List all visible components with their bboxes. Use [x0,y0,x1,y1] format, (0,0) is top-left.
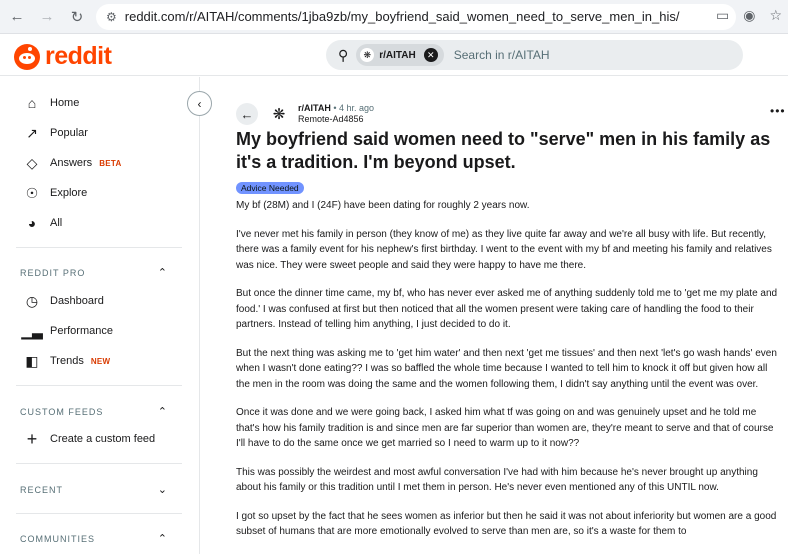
post-paragraph: This was possibly the weirdest and most … [236,466,758,494]
chevron-left-icon: ‹ [197,96,202,111]
post-paragraph: I got so upset by the fact that he sees … [236,510,777,538]
sidebar-item-trends[interactable]: ◧ Trends NEW [22,349,110,373]
home-icon: ⌂ [27,95,37,111]
sidebar-item-popular[interactable]: ↗ Popular [22,121,88,145]
sidebar-item-home[interactable]: ⌂ Home [22,91,80,115]
reddit-pro-section-header[interactable]: REDDIT PRO ⌃ [20,266,168,279]
chevron-up-icon: ⌃ [157,406,168,418]
more-options-icon[interactable]: ••• [770,104,786,118]
author-link[interactable]: Remote-Ad4856 [298,114,374,125]
subreddit-avatar-icon[interactable]: ❋ [266,101,292,127]
custom-feeds-section-header[interactable]: CUSTOM FEEDS ⌃ [20,405,168,418]
trends-icon: ◧ [25,352,39,369]
sidebar-divider [16,513,182,514]
site-settings-icon[interactable]: ⚙ [106,10,117,24]
post-title: My boyfriend said women need to "serve" … [236,129,771,172]
chip-label: r/AITAH [379,49,416,61]
post-paragraph: I've never met his family in person (the… [236,228,772,271]
section-title: CUSTOM FEEDS [20,406,104,417]
sidebar-divider [16,385,182,386]
recent-section-header[interactable]: RECENT ⌄ [20,483,168,496]
section-title: REDDIT PRO [20,267,86,278]
section-title: RECENT [20,484,64,495]
tracking-off-icon[interactable]: ◉ [743,7,755,24]
back-arrow-icon[interactable]: ← [6,6,28,28]
chevron-up-icon: ⌃ [157,533,168,545]
section-title: COMMUNITIES [20,533,95,544]
new-badge: NEW [90,356,111,366]
browser-toolbar: ← → ↻ ⚙ reddit.com/r/AITAH/comments/1jba… [0,0,788,34]
sidebar-item-label: Create a custom feed [50,433,156,445]
plus-icon: + [26,428,38,449]
post-paragraph: But once the dinner time came, my bf, wh… [236,288,778,330]
sidebar-item-label: Popular [50,127,88,139]
left-sidebar: ⌂ Home ↗ Popular ◇ Answers BETA ☉ Explor… [0,77,200,554]
address-bar[interactable]: ⚙ reddit.com/r/AITAH/comments/1jba9zb/my… [96,3,736,30]
reddit-snoo-icon [14,43,40,70]
create-custom-feed-button[interactable]: + Create a custom feed [22,427,155,451]
reddit-logo[interactable]: reddit [14,42,112,71]
post-paragraph: My bf (28M) and I (24F) have been dating… [236,200,530,211]
sidebar-item-all[interactable]: ◕ All [22,211,62,235]
forward-arrow-icon[interactable]: → [36,6,58,28]
sidebar-item-label: Answers [50,157,93,169]
sidebar-item-label: Trends [50,355,84,367]
communities-section-header[interactable]: COMMUNITIES ⌃ [20,532,168,545]
all-icon: ◕ [27,215,37,231]
install-app-icon[interactable]: ▭ [716,7,729,24]
bookmark-star-icon[interactable]: ☆ [769,7,782,24]
sidebar-item-dashboard[interactable]: ◷ Dashboard [22,289,104,313]
post-flair[interactable]: Advice Needed [236,182,304,194]
reddit-wordmark: reddit [45,42,112,70]
subreddit-icon: ❋ [360,48,375,62]
sidebar-item-label: All [50,217,63,229]
chevron-down-icon: ⌄ [157,484,168,496]
beta-badge: BETA [99,158,122,168]
search-icon: ⚲ [338,46,349,63]
answers-icon: ◇ [26,154,38,171]
post-time: • 4 hr. ago [333,103,375,113]
back-arrow-icon: ← [240,106,254,122]
post-paragraph: Once it was done and we were going back,… [236,407,774,449]
subreddit-search-chip[interactable]: ❋ r/AITAH ✕ [356,44,444,66]
sidebar-item-label: Dashboard [50,295,104,307]
sidebar-item-label: Performance [50,325,113,337]
post-paragraph: But the next thing was asking me to 'get… [236,347,777,390]
dashboard-icon: ◷ [25,292,39,309]
sidebar-divider [16,247,182,248]
performance-icon: ▁▃ [21,322,43,339]
reload-icon[interactable]: ↻ [66,6,88,28]
post-body: My bf (28M) and I (24F) have been dating… [236,198,782,553]
site-header: reddit ⚲ ❋ r/AITAH ✕ Search in r/AITAH [0,34,788,76]
explore-icon: ☉ [25,184,39,201]
search-bar[interactable]: ⚲ ❋ r/AITAH ✕ Search in r/AITAH [326,40,743,70]
collapse-sidebar-button[interactable]: ‹ [187,91,212,116]
post-meta: ← ❋ r/AITAH • 4 hr. ago Remote-Ad4856 [236,101,374,127]
url-text: reddit.com/r/AITAH/comments/1jba9zb/my_b… [124,9,680,24]
sidebar-item-label: Explore [50,187,88,199]
search-placeholder[interactable]: Search in r/AITAH [454,48,550,62]
sidebar-item-explore[interactable]: ☉ Explore [22,181,88,205]
sidebar-item-performance[interactable]: ▁▃ Performance [21,319,113,343]
sidebar-item-answers[interactable]: ◇ Answers BETA [22,151,122,175]
sidebar-divider [16,463,182,464]
popular-icon: ↗ [26,124,38,141]
clear-chip-icon[interactable]: ✕ [423,48,438,62]
sidebar-item-label: Home [50,97,80,109]
back-button[interactable]: ← [236,103,258,125]
subreddit-link[interactable]: r/AITAH [298,103,331,113]
chevron-up-icon: ⌃ [157,267,168,279]
